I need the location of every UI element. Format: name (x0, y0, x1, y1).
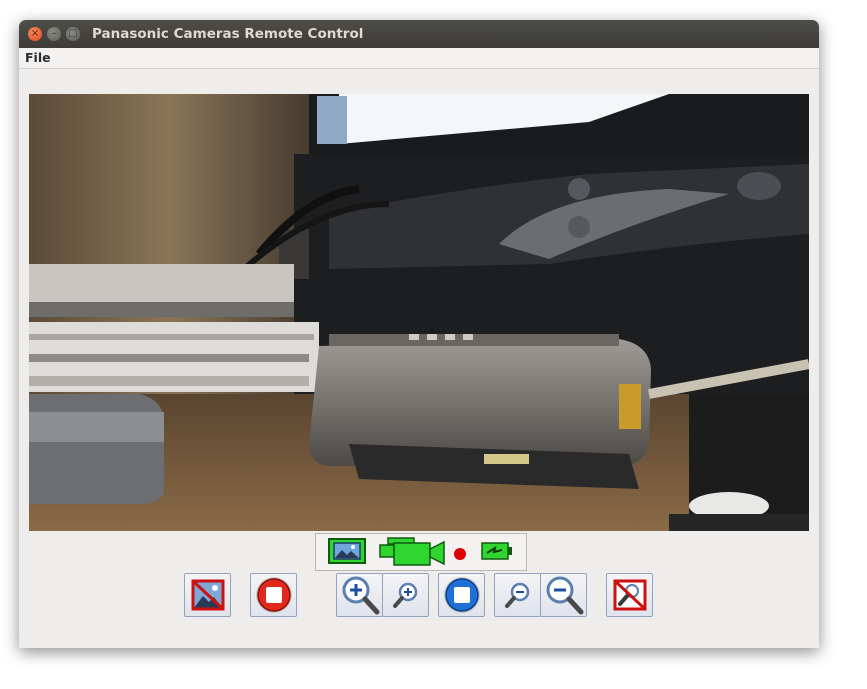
stop-recording-button[interactable] (250, 573, 297, 617)
zoom-in-fast-button[interactable] (336, 573, 383, 617)
blue-stop-icon (443, 577, 480, 613)
battery-charging-icon (481, 542, 512, 560)
no-zoom-icon (613, 579, 646, 611)
stop-live-view-button[interactable] (184, 573, 231, 617)
maximize-icon[interactable]: □ (66, 27, 80, 41)
camera-status-panel (315, 533, 527, 571)
app-window: × – □ Panasonic Cameras Remote Control F… (19, 20, 819, 648)
zoom-out-fast-button[interactable] (540, 573, 587, 617)
zoom-in-small-icon (392, 582, 417, 608)
red-stop-icon (255, 577, 292, 613)
recording-dot-icon (454, 548, 466, 560)
menu-file[interactable]: File (25, 50, 51, 65)
camera-frame-image (29, 94, 809, 531)
zoom-out-large-icon (546, 576, 583, 615)
menu-bar: File (19, 48, 819, 69)
zoom-in-slow-button[interactable] (382, 573, 429, 617)
no-image-icon (191, 579, 224, 611)
recording-camera-icon (379, 537, 445, 566)
zoom-in-large-icon (342, 576, 379, 615)
window-title: Panasonic Cameras Remote Control (92, 26, 364, 42)
close-icon[interactable]: × (28, 27, 42, 41)
disable-zoom-button[interactable] (606, 573, 653, 617)
zoom-out-small-icon (504, 582, 529, 608)
zoom-out-slow-button[interactable] (494, 573, 541, 617)
minimize-icon[interactable]: – (47, 27, 61, 41)
title-bar: × – □ Panasonic Cameras Remote Control (19, 20, 819, 48)
zoom-stop-button[interactable] (438, 573, 485, 617)
live-view-image (29, 94, 809, 531)
live-view-icon (328, 538, 366, 564)
